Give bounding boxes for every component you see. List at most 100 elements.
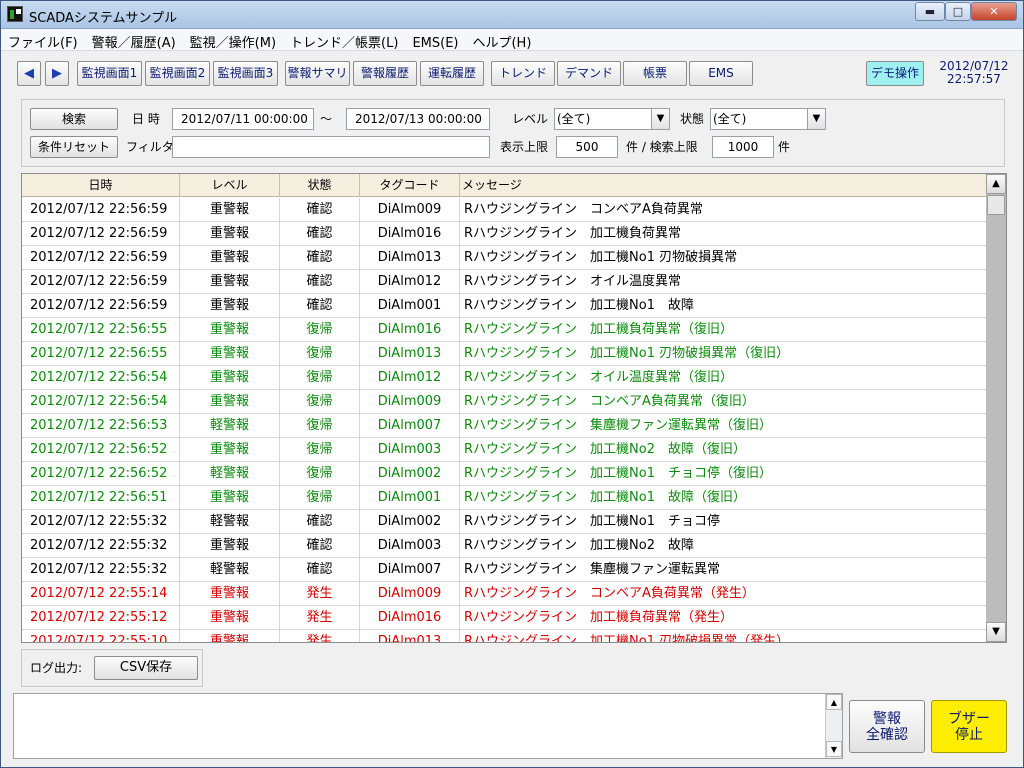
cell-tag-code: DiAlm002 bbox=[360, 510, 460, 533]
table-row[interactable]: 2012/07/12 22:55:32 重警報 DiAlm003 Rハウジングライン … bbox=[22, 534, 986, 558]
message-log-area[interactable]: ▲ ▼ bbox=[13, 693, 843, 759]
column-header-datetime[interactable]: 日時 bbox=[22, 174, 180, 197]
cell-tag-code: DiAlm007 bbox=[360, 558, 460, 581]
table-body: 2012/07/12 22:56:59 重警報 DiAlm009 Rハウジングライン … bbox=[22, 198, 986, 642]
window-title: SCADAシステムサンプル bbox=[29, 11, 178, 26]
level-select-value: (全て) bbox=[557, 112, 591, 126]
acknowledge-all-line1: 警報 bbox=[873, 711, 901, 727]
cell-status: 確認 bbox=[280, 534, 360, 557]
search-limit-label: 件 / 検索上限 bbox=[626, 140, 698, 154]
menu-ems[interactable]: EMS(E) bbox=[405, 33, 465, 55]
menu-alarm-history[interactable]: 警報／履歴(A) bbox=[85, 29, 183, 51]
table-row[interactable]: 2012/07/12 22:56:52 重警報 DiAlm003 Rハウジングライン … bbox=[22, 438, 986, 462]
table-row[interactable]: 2012/07/12 22:56:55 重警報 DiAlm016 Rハウジングライン … bbox=[22, 318, 986, 342]
monitor-screen-1-button[interactable]: 監視画面1 bbox=[77, 61, 142, 86]
maximize-button[interactable]: □ bbox=[945, 2, 971, 21]
column-header-message[interactable]: メッセージ bbox=[460, 174, 986, 197]
column-header-tag-code[interactable]: タグコード bbox=[360, 174, 460, 197]
table-row[interactable]: 2012/07/12 22:56:59 重警報 DiAlm016 Rハウジングライン … bbox=[22, 222, 986, 246]
cell-level: 重警報 bbox=[180, 246, 280, 269]
search-limit-input[interactable]: 1000 bbox=[712, 136, 774, 158]
table-row[interactable]: 2012/07/12 22:55:12 重警報 DiAlm016 Rハウジングライン … bbox=[22, 606, 986, 630]
menu-bar: ファイル(F) 警報／履歴(A) 監視／操作(M) トレンド／帳票(L) EMS(E) ヘ… bbox=[1, 29, 1023, 51]
trend-button[interactable]: トレンド bbox=[491, 61, 555, 86]
acknowledge-all-button[interactable]: 警報 全確認 bbox=[849, 700, 925, 753]
table-row[interactable]: 2012/07/12 22:56:52 軽警報 DiAlm002 Rハウジングライン … bbox=[22, 462, 986, 486]
table-row[interactable]: 2012/07/12 22:55:32 軽警報 DiAlm002 Rハウジングライン … bbox=[22, 510, 986, 534]
level-select[interactable]: (全て) ▼ bbox=[554, 108, 670, 130]
cell-status: 復帰 bbox=[280, 414, 360, 437]
menu-monitor-operate[interactable]: 監視／操作(M) bbox=[183, 29, 283, 51]
date-to-input[interactable]: 2012/07/13 00:00:00 bbox=[346, 108, 490, 130]
monitor-screen-3-button[interactable]: 監視画面3 bbox=[213, 61, 278, 86]
buzzer-stop-button[interactable]: ブザー 停止 bbox=[931, 700, 1007, 753]
chevron-down-icon[interactable]: ▼ bbox=[807, 109, 825, 129]
scrollbar-thumb[interactable] bbox=[987, 195, 1005, 215]
operation-history-button[interactable]: 運転履歴 bbox=[420, 61, 484, 86]
ems-button[interactable]: EMS bbox=[689, 61, 753, 86]
demo-operation-button[interactable]: デモ操作 bbox=[866, 61, 924, 86]
date-from-input[interactable]: 2012/07/11 00:00:00 bbox=[172, 108, 314, 130]
table-row[interactable]: 2012/07/12 22:55:14 重警報 DiAlm009 Rハウジングライン … bbox=[22, 582, 986, 606]
menu-file[interactable]: ファイル(F) bbox=[1, 29, 85, 51]
cell-message: Rハウジングライン 加工機負荷異常 bbox=[464, 226, 682, 241]
next-screen-button[interactable]: ▶ bbox=[45, 61, 69, 86]
cell-message: Rハウジングライン 加工機No2 故障（復旧） bbox=[464, 442, 746, 457]
menu-help[interactable]: ヘルプ(H) bbox=[465, 29, 538, 51]
table-row[interactable]: 2012/07/12 22:55:10 重警報 DiAlm013 Rハウジングライン … bbox=[22, 630, 986, 642]
search-button[interactable]: 検索 bbox=[30, 108, 118, 130]
title-bar: SCADAシステムサンプル ▬ □ ✕ bbox=[1, 1, 1023, 29]
cell-tag-code: DiAlm016 bbox=[360, 318, 460, 341]
table-row[interactable]: 2012/07/12 22:56:54 重警報 DiAlm009 Rハウジングライン … bbox=[22, 390, 986, 414]
column-header-level[interactable]: レベル bbox=[180, 174, 280, 197]
close-button[interactable]: ✕ bbox=[971, 2, 1017, 21]
csv-save-button[interactable]: CSV保存 bbox=[94, 656, 198, 680]
cell-datetime: 2012/07/12 22:55:12 bbox=[22, 606, 180, 629]
menu-trend-report[interactable]: トレンド／帳票(L) bbox=[283, 29, 405, 51]
log-scrollbar[interactable]: ▲ ▼ bbox=[825, 694, 842, 758]
clock-time: 22:57:57 bbox=[947, 72, 1001, 86]
alarm-history-button[interactable]: 警報履歴 bbox=[353, 61, 417, 86]
scroll-down-arrow-icon[interactable]: ▼ bbox=[986, 622, 1006, 642]
minimize-button[interactable]: ▬ bbox=[915, 2, 945, 21]
table-row[interactable]: 2012/07/12 22:56:59 重警報 DiAlm013 Rハウジングライン … bbox=[22, 246, 986, 270]
filter-label: フィルタ bbox=[126, 140, 174, 154]
reset-conditions-button[interactable]: 条件リセット bbox=[30, 136, 118, 158]
cell-status: 確認 bbox=[280, 198, 360, 221]
report-button[interactable]: 帳票 bbox=[623, 61, 687, 86]
cell-datetime: 2012/07/12 22:56:59 bbox=[22, 198, 180, 221]
cell-message: Rハウジングライン 加工機No1 故障（復旧） bbox=[464, 490, 746, 505]
column-header-status[interactable]: 状態 bbox=[280, 174, 360, 197]
filter-input[interactable] bbox=[172, 136, 490, 158]
demand-button[interactable]: デマンド bbox=[557, 61, 621, 86]
scroll-up-arrow-icon[interactable]: ▲ bbox=[826, 694, 842, 710]
chevron-down-icon[interactable]: ▼ bbox=[651, 109, 669, 129]
table-row[interactable]: 2012/07/12 22:56:51 重警報 DiAlm001 Rハウジングライン … bbox=[22, 486, 986, 510]
cell-status: 発生 bbox=[280, 606, 360, 629]
prev-screen-button[interactable]: ◀ bbox=[17, 61, 41, 86]
cell-datetime: 2012/07/12 22:55:10 bbox=[22, 630, 180, 642]
table-row[interactable]: 2012/07/12 22:56:59 重警報 DiAlm009 Rハウジングライン … bbox=[22, 198, 986, 222]
table-row[interactable]: 2012/07/12 22:56:59 重警報 DiAlm012 Rハウジングライン … bbox=[22, 270, 986, 294]
table-scrollbar[interactable]: ▲ ▼ bbox=[986, 174, 1006, 642]
table-row[interactable]: 2012/07/12 22:55:32 軽警報 DiAlm007 Rハウジングライン … bbox=[22, 558, 986, 582]
table-row[interactable]: 2012/07/12 22:56:55 重警報 DiAlm013 Rハウジングライン … bbox=[22, 342, 986, 366]
cell-level: 重警報 bbox=[180, 606, 280, 629]
cell-tag-code: DiAlm003 bbox=[360, 438, 460, 461]
table-row[interactable]: 2012/07/12 22:56:54 重警報 DiAlm012 Rハウジングライン … bbox=[22, 366, 986, 390]
cell-status: 確認 bbox=[280, 510, 360, 533]
monitor-screen-2-button[interactable]: 監視画面2 bbox=[145, 61, 210, 86]
cell-message: Rハウジングライン 加工機No1 チョコ停（復旧） bbox=[464, 466, 772, 481]
table-row[interactable]: 2012/07/12 22:56:59 重警報 DiAlm001 Rハウジングライン … bbox=[22, 294, 986, 318]
cell-tag-code: DiAlm001 bbox=[360, 294, 460, 317]
scroll-up-arrow-icon[interactable]: ▲ bbox=[986, 174, 1006, 194]
status-select[interactable]: (全て) ▼ bbox=[710, 108, 826, 130]
cell-tag-code: DiAlm012 bbox=[360, 366, 460, 389]
scroll-down-arrow-icon[interactable]: ▼ bbox=[826, 741, 842, 757]
display-limit-input[interactable]: 500 bbox=[556, 136, 618, 158]
cell-level: 重警報 bbox=[180, 270, 280, 293]
buzzer-stop-line2: 停止 bbox=[955, 727, 983, 743]
alarm-summary-button[interactable]: 警報サマリ bbox=[285, 61, 350, 86]
table-row[interactable]: 2012/07/12 22:56:53 軽警報 DiAlm007 Rハウジングライン … bbox=[22, 414, 986, 438]
cell-tag-code: DiAlm001 bbox=[360, 486, 460, 509]
